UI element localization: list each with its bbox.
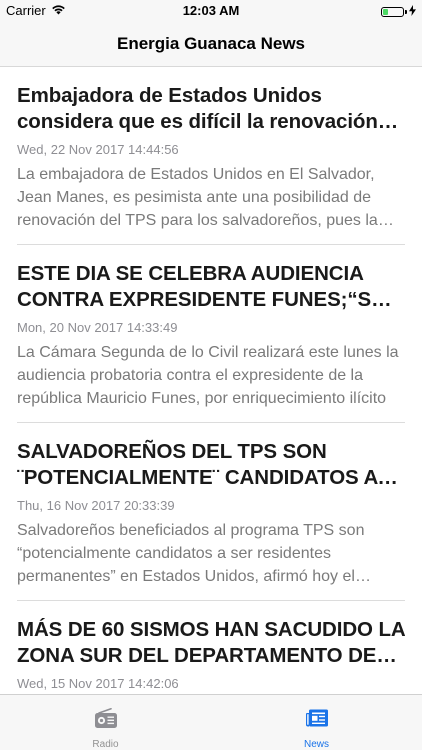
news-title: ESTE DIA SE CELEBRA AUDIENCIA CONTRA EXP… bbox=[17, 262, 385, 311]
news-date: Mon, 20 Nov 2017 14:33:49 bbox=[17, 320, 178, 335]
tab-radio[interactable]: Radio bbox=[0, 695, 211, 750]
app-screen: Carrier 12:03 AM Energia Guanaca News Em… bbox=[0, 0, 422, 750]
news-item[interactable]: ESTE DIA SE CELEBRA AUDIENCIA CONTRA EXP… bbox=[0, 245, 422, 423]
navigation-bar: Energia Guanaca News bbox=[0, 22, 422, 67]
status-right bbox=[381, 4, 416, 19]
battery-tip bbox=[405, 9, 407, 14]
news-item[interactable]: Embajadora de Estados Unidos considera q… bbox=[0, 67, 422, 245]
news-date: Wed, 15 Nov 2017 14:42:06 bbox=[17, 676, 179, 691]
news-icon bbox=[305, 708, 329, 734]
news-item[interactable]: SALVADOREÑOS DEL TPS SON ¨POTENCIALMENTE… bbox=[0, 423, 422, 601]
charging-bolt-icon bbox=[409, 4, 416, 19]
battery-level bbox=[383, 8, 388, 15]
news-list[interactable]: Embajadora de Estados Unidos considera q… bbox=[0, 67, 422, 695]
news-title: SALVADOREÑOS DEL TPS SON ¨POTENCIALMENTE… bbox=[17, 440, 378, 489]
page-title: Energia Guanaca News bbox=[116, 34, 306, 53]
tab-bar: Radio News bbox=[0, 694, 422, 750]
news-summary: La embajadora de Estados Unidos en El Sa… bbox=[17, 166, 378, 229]
tab-news-label: News bbox=[303, 739, 329, 750]
news-item[interactable]: MÁS DE 60 SISMOS HAN SACUDIDO LA ZONA SU… bbox=[0, 601, 422, 695]
radio-icon bbox=[94, 708, 118, 734]
battery-icon bbox=[381, 6, 404, 17]
tab-radio-label: Radio bbox=[92, 739, 119, 750]
news-date: Wed, 22 Nov 2017 14:44:56 bbox=[17, 142, 179, 157]
news-date: Thu, 16 Nov 2017 20:33:39 bbox=[17, 498, 175, 513]
status-bar: Carrier 12:03 AM bbox=[0, 0, 422, 22]
news-title: Embajadora de Estados Unidos considera q… bbox=[17, 84, 378, 133]
news-summary: Salvadoreños beneficiados al programa TP… bbox=[17, 522, 365, 585]
news-summary: La Cámara Segunda de lo Civil realizará … bbox=[17, 344, 399, 407]
tab-news[interactable]: News bbox=[211, 695, 422, 750]
news-title: MÁS DE 60 SISMOS HAN SACUDIDO LA ZONA SU… bbox=[17, 618, 405, 667]
status-time: 12:03 AM bbox=[182, 3, 240, 18]
